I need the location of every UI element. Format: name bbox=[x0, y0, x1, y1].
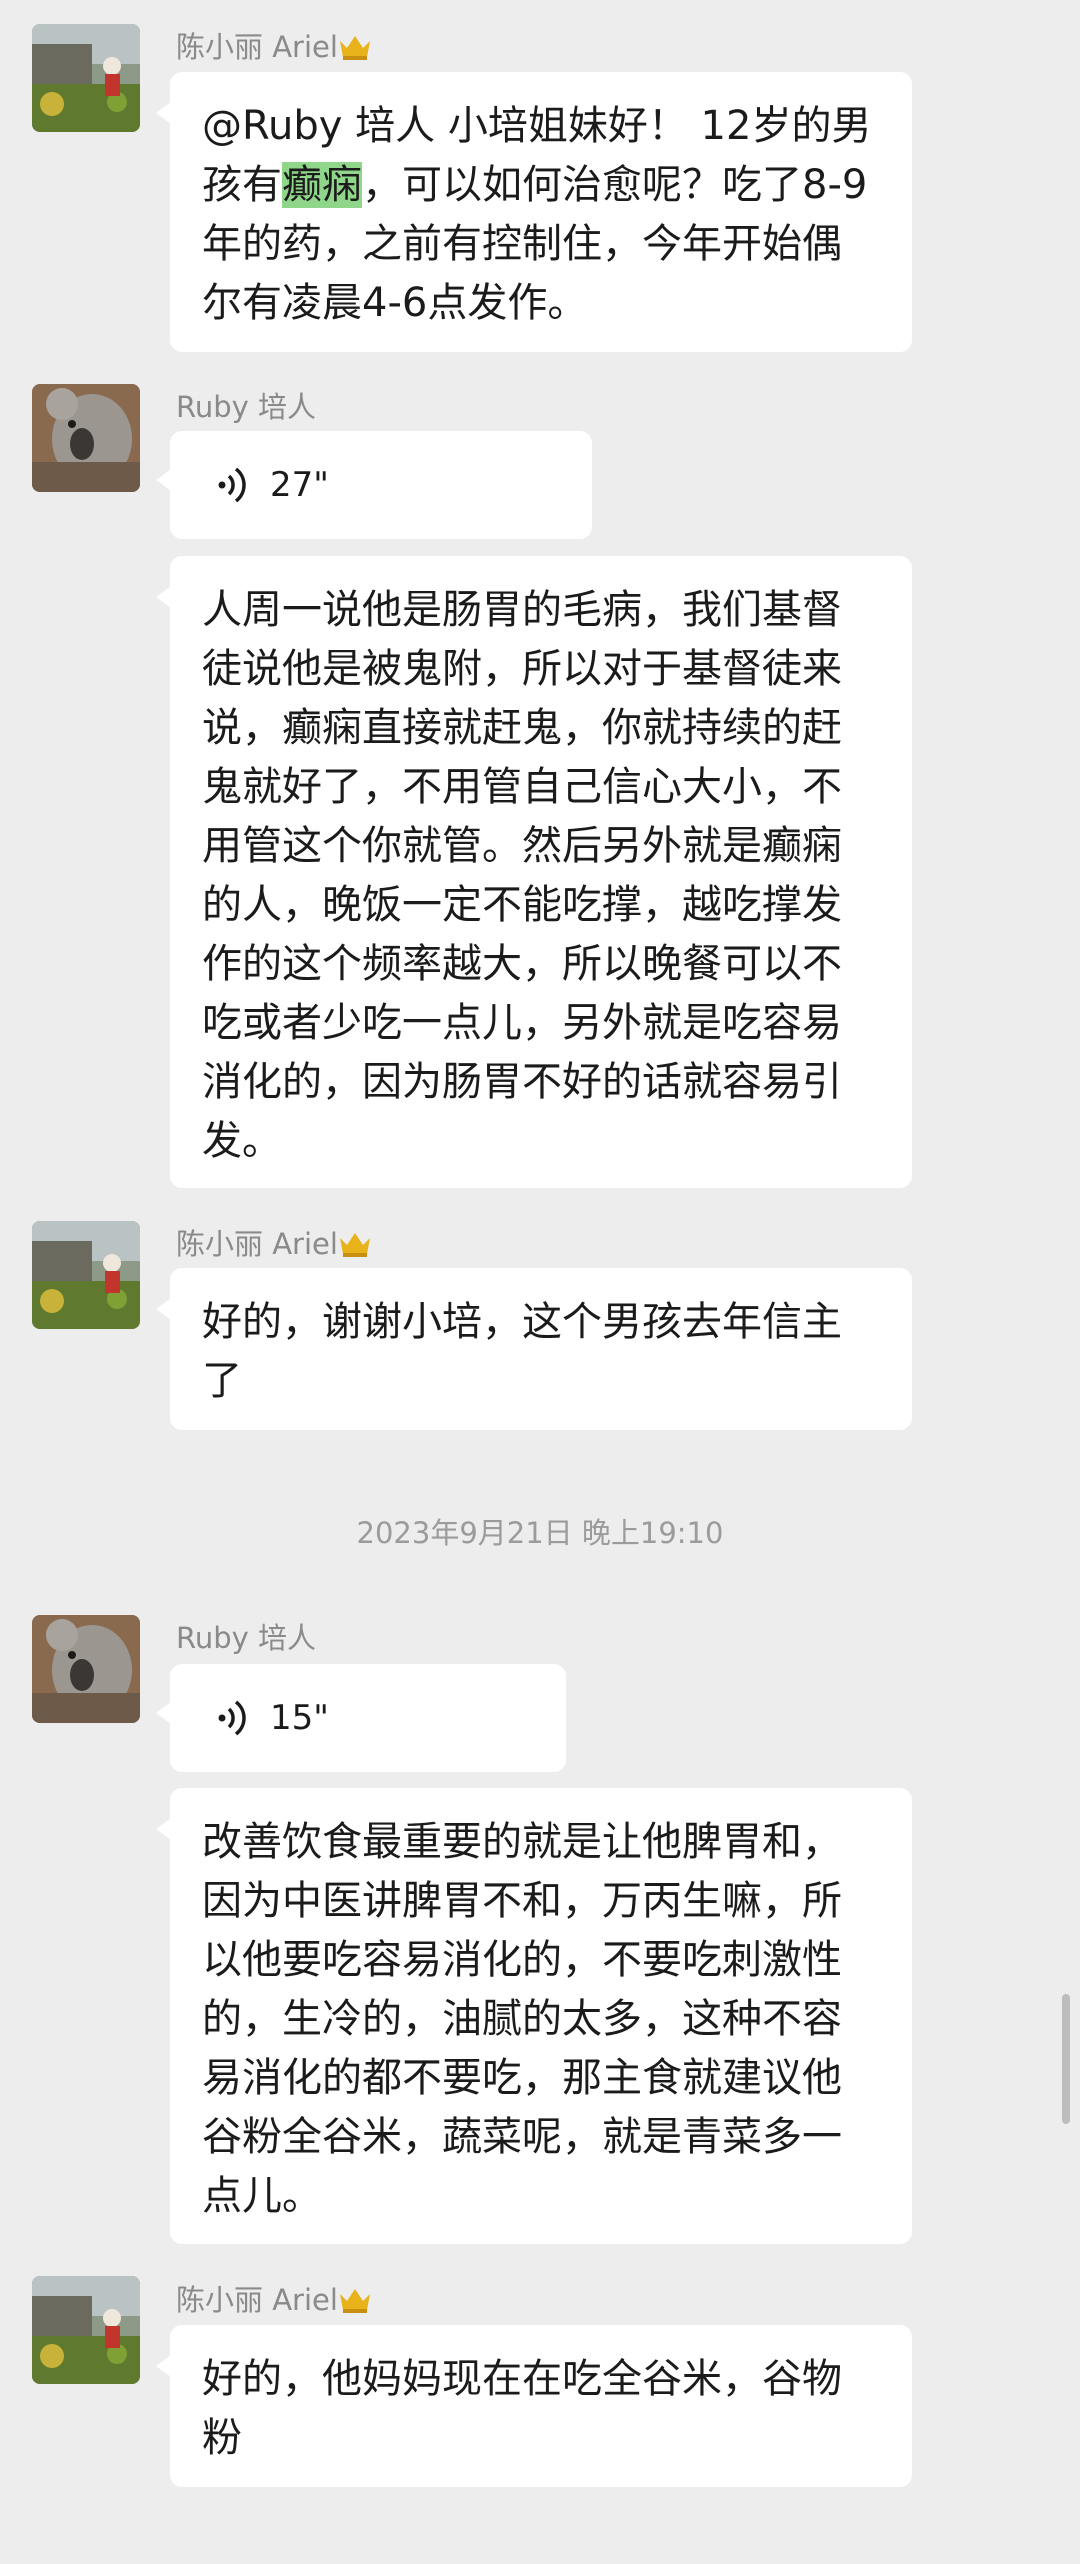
message-bubble[interactable]: 改善饮食最重要的就是让他脾胃和，因为中医讲脾胃不和，万丙生嘛，所以他要吃容易消化… bbox=[156, 1788, 912, 2244]
sender-name: Ruby 培人 bbox=[176, 390, 316, 424]
voice-duration: 27" bbox=[270, 465, 329, 505]
avatar-koala-photo bbox=[32, 384, 140, 492]
sender-name-text: Ruby 培人 bbox=[176, 390, 317, 424]
sender-name: 陈小丽 Ariel bbox=[176, 2283, 372, 2317]
message-text: 人周一说他是肠胃的毛病，我们基督徒说他是被鬼附，所以对于基督徒来说，癫痫直接就赶… bbox=[202, 587, 842, 1164]
avatar-ruby[interactable] bbox=[32, 384, 140, 492]
avatar-garden-photo bbox=[32, 2276, 140, 2384]
message-bubble[interactable]: @Ruby 培人 小培姐妹好！ 12岁的男孩有癫痫，可以如何治愈呢？吃了8-9年… bbox=[156, 72, 912, 352]
highlighted-keyword: 癫痫 bbox=[282, 162, 362, 208]
message-bubble[interactable]: 好的，他妈妈现在在吃全谷米，谷物粉 bbox=[156, 2325, 912, 2487]
sender-name-text: 陈小丽 Ariel bbox=[176, 30, 338, 64]
avatar-koala-photo bbox=[32, 1615, 140, 1723]
message-bubble[interactable]: 人周一说他是肠胃的毛病，我们基督徒说他是被鬼附，所以对于基督徒来说，癫痫直接就赶… bbox=[156, 556, 912, 1188]
sender-name: Ruby 培人 bbox=[176, 1621, 316, 1655]
sender-name-text: Ruby 培人 bbox=[176, 1621, 317, 1655]
sender-name-text: 陈小丽 Ariel bbox=[176, 1227, 338, 1261]
avatar-ariel[interactable] bbox=[32, 2276, 140, 2384]
crown-icon bbox=[338, 33, 372, 61]
message-text: 好的，他妈妈现在在吃全谷米，谷物粉 bbox=[202, 2356, 842, 2461]
voice-message[interactable]: 27" bbox=[156, 431, 592, 539]
avatar-garden-photo bbox=[32, 24, 140, 132]
message-text: 好的，谢谢小培，这个男孩去年信主了 bbox=[202, 1299, 842, 1404]
sender-name-text: 陈小丽 Ariel bbox=[176, 2283, 338, 2317]
voice-message[interactable]: 15" bbox=[156, 1664, 566, 1772]
chat-window: 陈小丽 Ariel @Ruby 培人 小培姐妹好！ 12岁的男孩有癫痫，可以如何… bbox=[0, 0, 1080, 2564]
voice-wave-icon bbox=[218, 467, 246, 503]
avatar-ruby[interactable] bbox=[32, 1615, 140, 1723]
avatar-ariel[interactable] bbox=[32, 24, 140, 132]
voice-wave-icon bbox=[218, 1700, 246, 1736]
message-text: 改善饮食最重要的就是让他脾胃和，因为中医讲脾胃不和，万丙生嘛，所以他要吃容易消化… bbox=[202, 1819, 842, 2219]
voice-duration: 15" bbox=[270, 1698, 329, 1738]
avatar-ariel[interactable] bbox=[32, 1221, 140, 1329]
crown-icon bbox=[338, 1230, 372, 1258]
chat-timestamp: 2023年9月21日 晚上19:10 bbox=[356, 1516, 724, 1550]
message-bubble[interactable]: 好的，谢谢小培，这个男孩去年信主了 bbox=[156, 1268, 912, 1430]
sender-name: 陈小丽 Ariel bbox=[176, 1227, 372, 1261]
crown-icon bbox=[338, 2286, 372, 2314]
avatar-garden-photo bbox=[32, 1221, 140, 1329]
scrollbar[interactable] bbox=[1062, 1994, 1070, 2124]
sender-name: 陈小丽 Ariel bbox=[176, 30, 372, 64]
